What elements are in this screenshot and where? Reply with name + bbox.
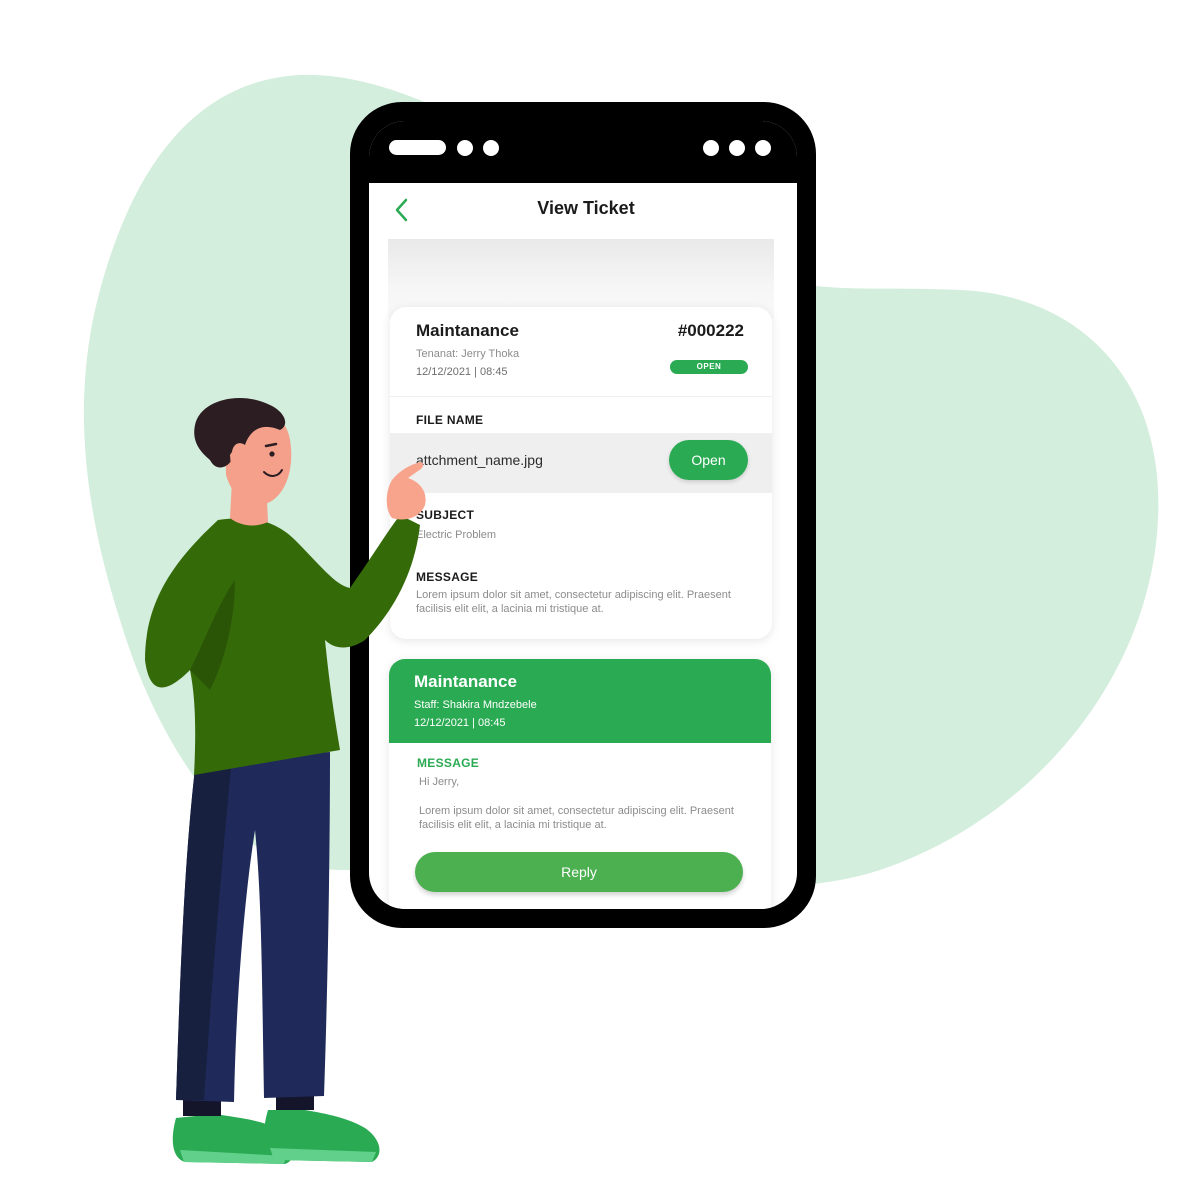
status-dot [755, 140, 771, 156]
subject-value: Electric Problem [416, 529, 497, 541]
subject-label: SUBJECT [416, 508, 475, 522]
status-dot [703, 140, 719, 156]
status-dot [457, 140, 473, 156]
attachment-file-name: attchment_name.jpg [416, 452, 543, 468]
reply-category: Maintanance [414, 672, 517, 691]
attachment-row: attchment_name.jpg Open [390, 433, 772, 493]
status-dot [483, 140, 499, 156]
divider [390, 396, 772, 397]
message-text: Lorem ipsum dolor sit amet, consectetur … [416, 589, 731, 615]
reply-button[interactable]: Reply [415, 852, 743, 892]
open-attachment-button[interactable]: Open [669, 440, 748, 480]
message-label: MESSAGE [416, 570, 479, 584]
status-badge: OPEN [670, 360, 748, 374]
ticket-tenant: Tenanat: Jerry Thoka [416, 348, 520, 360]
ticket-id: #000222 [677, 321, 744, 340]
top-nav: View Ticket [369, 183, 797, 239]
status-bar [369, 121, 797, 183]
ticket-category: Maintanance [416, 321, 519, 340]
reply-card: Maintanance Staff: Shakira Mndzebele 12/… [389, 659, 771, 909]
ticket-card: Maintanance #000222 Tenanat: Jerry Thoka… [390, 307, 772, 639]
reply-card-header: Maintanance Staff: Shakira Mndzebele 12/… [389, 659, 771, 743]
reply-greeting: Hi Jerry, [419, 776, 460, 788]
status-dot [729, 140, 745, 156]
page-title: View Ticket [537, 198, 635, 218]
ticket-date: 12/12/2021 | 08:45 [416, 366, 508, 378]
reply-date: 12/12/2021 | 08:45 [414, 717, 506, 729]
phone-screen: View Ticket Maintanance #000222 Tenanat:… [369, 121, 797, 909]
reply-message-label: MESSAGE [417, 756, 480, 770]
reply-staff: Staff: Shakira Mndzebele [414, 699, 537, 711]
status-pill [389, 140, 446, 155]
reply-message-text: Lorem ipsum dolor sit amet, consectetur … [419, 805, 734, 831]
phone-frame: View Ticket Maintanance #000222 Tenanat:… [350, 102, 816, 928]
file-name-label: FILE NAME [416, 413, 484, 427]
